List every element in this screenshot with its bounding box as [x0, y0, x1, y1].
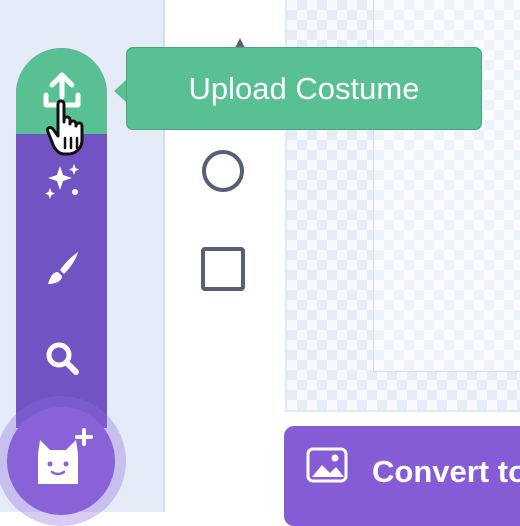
rectangle-icon — [201, 247, 245, 291]
tooltip-text: Upload Costume — [188, 70, 420, 106]
sparkles-icon — [44, 164, 79, 199]
paintbrush-icon — [47, 252, 78, 284]
tooltip-arrow — [114, 80, 126, 102]
circle-icon — [202, 150, 244, 192]
paint-costume-button[interactable] — [16, 226, 107, 310]
choose-costume-button[interactable] — [16, 316, 107, 400]
circle-tool[interactable] — [200, 148, 246, 194]
upload-costume-tooltip: Upload Costume — [126, 47, 482, 130]
choose-costume-main-button[interactable] — [7, 407, 115, 515]
search-icon — [46, 342, 79, 375]
convert-to-bitmap-button[interactable]: Convert to — [284, 426, 520, 526]
convert-button-label: Convert to — [372, 454, 520, 489]
image-icon — [306, 447, 348, 483]
rectangle-tool[interactable] — [200, 246, 246, 292]
cat-add-icon — [38, 428, 93, 484]
hand-cursor-icon — [46, 99, 84, 156]
